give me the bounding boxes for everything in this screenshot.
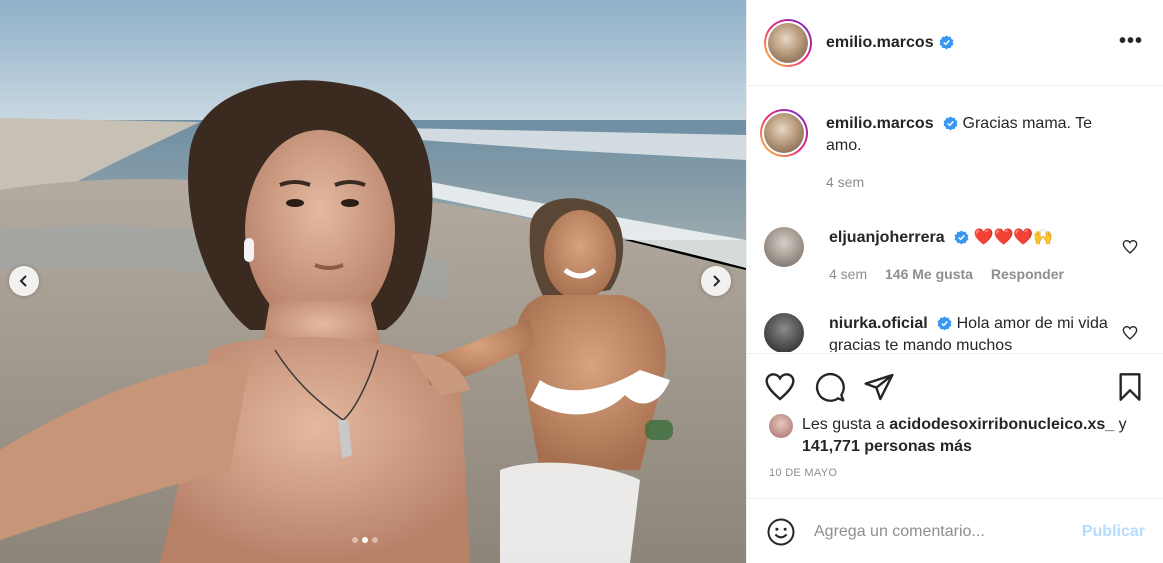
comment-text: ❤️❤️❤️🙌: [973, 229, 1054, 246]
carousel-indicator: [352, 537, 378, 543]
publish-button[interactable]: Publicar: [1082, 523, 1145, 541]
comments-list: emilio.marcos Gracias mama. Te amo. 4 se…: [747, 87, 1163, 352]
caption-time[interactable]: 4 sem: [826, 174, 864, 190]
action-icons-row: [764, 371, 1150, 405]
liker-avatar[interactable]: [769, 414, 793, 438]
comment-avatar[interactable]: [764, 313, 804, 352]
instagram-post: emilio.marcos ••• emilio.marcos Gracias …: [0, 0, 1163, 563]
previous-slide-button[interactable]: [9, 266, 39, 296]
carousel-dot: [352, 537, 358, 543]
more-options-button[interactable]: •••: [1119, 30, 1143, 53]
post-date[interactable]: 10 DE MAYO: [769, 467, 837, 479]
heart-icon[interactable]: [764, 371, 796, 403]
comment-body: eljuanjoherrera ❤️❤️❤️🙌 4 sem 146 Me gus…: [829, 227, 1119, 285]
chevron-left-icon: [19, 275, 27, 287]
caption-avatar[interactable]: [760, 109, 808, 157]
post-actions: Les gusta a acidodesoxirribonucleico.xs_…: [747, 353, 1163, 553]
liked-by-user[interactable]: acidodesoxirribonucleico.xs_: [889, 416, 1114, 433]
comment-body: niurka.oficial Hola amor de mi vida grac…: [829, 313, 1119, 352]
paper-plane-icon[interactable]: [863, 371, 895, 403]
caption-body: emilio.marcos Gracias mama. Te amo. 4 se…: [826, 113, 1116, 193]
liked-by-prefix: Les gusta a: [802, 416, 885, 433]
liked-by-text: Les gusta a acidodesoxirribonucleico.xs_…: [802, 414, 1157, 458]
liked-by-joiner: y: [1118, 416, 1127, 433]
verified-badge-icon: [954, 230, 969, 245]
bookmark-icon[interactable]: [1114, 371, 1146, 403]
post-details-panel: emilio.marcos ••• emilio.marcos Gracias …: [746, 0, 1163, 563]
heart-icon[interactable]: [1122, 239, 1138, 255]
comment-bubble-icon[interactable]: [814, 371, 846, 403]
verified-badge-icon: [943, 116, 958, 131]
comment-meta: 4 sem 146 Me gusta Responder: [829, 263, 1119, 285]
comment-item: eljuanjoherrera ❤️❤️❤️🙌 4 sem 146 Me gus…: [764, 227, 1138, 285]
post-header: emilio.marcos •••: [747, 0, 1163, 86]
next-slide-button[interactable]: [701, 266, 731, 296]
verified-badge-icon: [937, 316, 952, 331]
carousel-dot-active: [362, 537, 368, 543]
liked-by-others[interactable]: 141,771 personas más: [802, 438, 972, 455]
comment-username[interactable]: niurka.oficial: [829, 315, 928, 332]
post-photo[interactable]: [0, 0, 746, 563]
comment-item: niurka.oficial Hola amor de mi vida grac…: [764, 313, 1138, 352]
chevron-right-icon: [713, 275, 721, 287]
verified-badge-icon: [939, 35, 954, 50]
comment-input[interactable]: [814, 522, 1064, 541]
carousel-dot: [372, 537, 378, 543]
author-avatar[interactable]: [764, 18, 812, 67]
beach-selfie-photo: [0, 0, 746, 563]
caption-meta: 4 sem: [826, 171, 1116, 193]
add-comment-bar: Publicar: [747, 498, 1163, 563]
caption-username[interactable]: emilio.marcos: [826, 115, 934, 132]
comment-time[interactable]: 4 sem: [829, 266, 867, 282]
liked-by: Les gusta a acidodesoxirribonucleico.xs_…: [769, 414, 1157, 458]
comment-username[interactable]: eljuanjoherrera: [829, 229, 945, 246]
heart-icon[interactable]: [1122, 325, 1138, 341]
smiley-icon[interactable]: [766, 517, 796, 547]
comment-like-count[interactable]: 146 Me gusta: [885, 266, 973, 282]
reply-button[interactable]: Responder: [991, 266, 1064, 282]
author-username[interactable]: emilio.marcos: [826, 34, 934, 52]
comment-avatar[interactable]: [764, 227, 804, 267]
caption: emilio.marcos Gracias mama. Te amo. 4 se…: [760, 109, 1116, 193]
